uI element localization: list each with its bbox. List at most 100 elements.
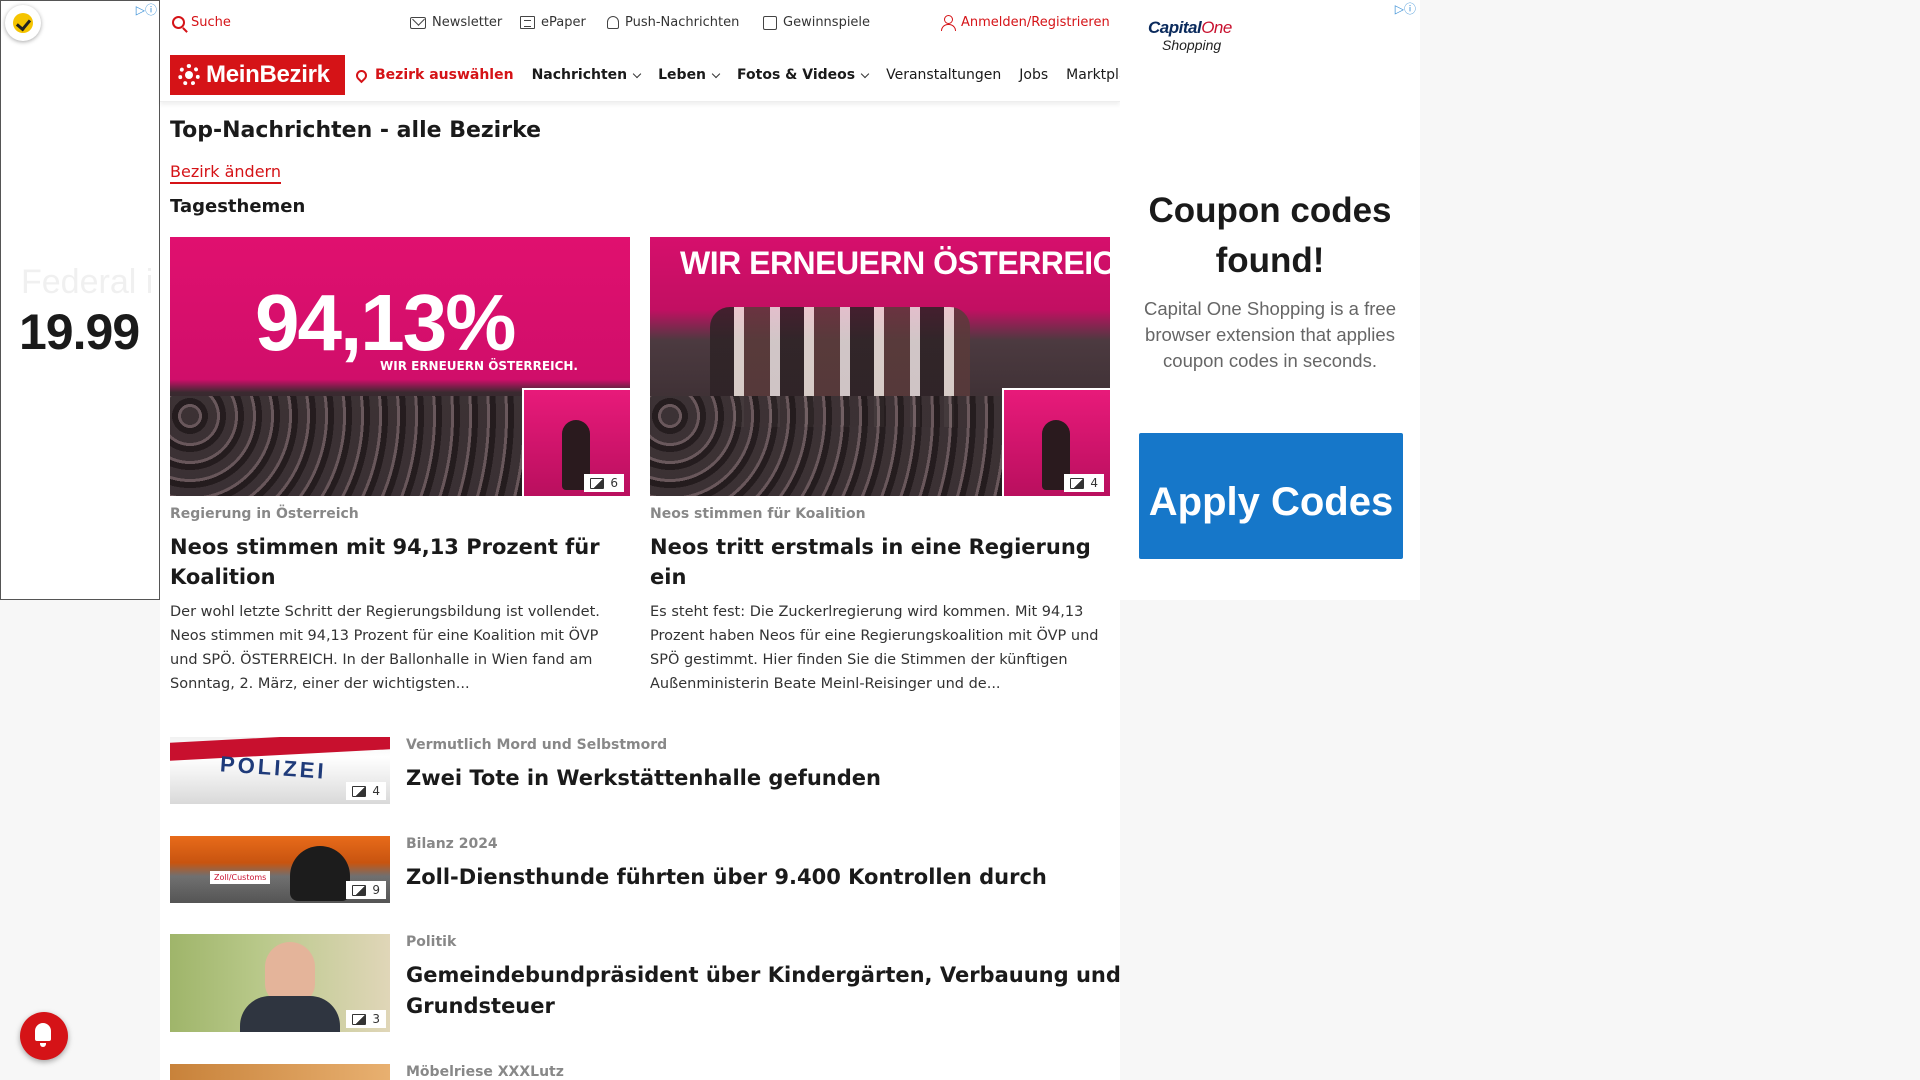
page-title: Top-Nachrichten - alle Bezirke	[170, 118, 542, 143]
thumbnail-text: Zoll/Customs	[210, 871, 271, 884]
nav-item-fotos-videos[interactable]: Fotos & Videos	[737, 67, 870, 83]
main-nav: MeinBezirk Bezirk auswählen Nachrichten …	[160, 50, 1140, 102]
gallery-icon	[352, 785, 367, 797]
article-teaser: Es steht fest: Die Zuckerlregierung wird…	[650, 604, 1099, 692]
nav-item-nachrichten[interactable]: Nachrichten	[531, 67, 642, 83]
push-label: Push-Nachrichten	[625, 15, 740, 30]
nav-label: Fotos & Videos	[737, 67, 856, 83]
login-link[interactable]: Anmelden/Registrieren	[941, 15, 1110, 31]
list-item[interactable]: POLIZEI 4 Vermutlich Mord und Selbstmord…	[170, 737, 1110, 807]
photo-count-badge: 6	[584, 474, 624, 492]
list-item[interactable]: Möbelriese XXXLutz	[170, 1064, 1110, 1080]
article-kicker: Bilanz 2024	[406, 836, 498, 852]
brand-sub: Shopping	[1162, 37, 1222, 53]
capital-one-logo: CapitalOne Shopping	[1148, 18, 1232, 53]
list-item[interactable]: 3 Politik Gemeindebundpräsident über Kin…	[170, 934, 1121, 1032]
image-caption-banner: WIR ERNEUERN ÖSTERREICH	[680, 245, 1110, 281]
photo-count-badge: 4	[346, 782, 386, 800]
article-kicker: Neos stimmen für Koalition	[650, 506, 866, 522]
nav-item-leben[interactable]: Leben	[658, 67, 721, 83]
brand-name: Capital	[1148, 18, 1202, 37]
article-image[interactable]: 94,13% WIR ERNEUERN ÖSTERREICH. 6	[170, 237, 630, 496]
article-thumbnail[interactable]: 3	[170, 934, 390, 1032]
games-label: Gewinnspiele	[783, 15, 871, 30]
thumbnail-text: POLIZEI	[219, 751, 328, 784]
list-item[interactable]: Zoll/Customs 9 Bilanz 2024 Zoll-Diensthu…	[170, 836, 1110, 906]
photo-count: 3	[372, 1012, 380, 1026]
article-headline[interactable]: Neos tritt erstmals in eine Regierung ei…	[650, 532, 1110, 592]
article-thumbnail[interactable]	[170, 1064, 390, 1080]
right-ad-banner[interactable]: ▷ⓘ CapitalOne Shopping Coupon codes foun…	[1120, 0, 1420, 600]
left-ad-banner[interactable]: ▷ⓘ Federal i 19.99	[0, 0, 160, 600]
newspaper-icon	[520, 16, 535, 29]
login-label: Anmelden/Registrieren	[961, 15, 1110, 30]
nav-label: Leben	[658, 67, 707, 83]
chevron-down-icon	[632, 69, 642, 78]
ad-description: Capital One Shopping is a free browser e…	[1144, 298, 1396, 371]
bezirk-select[interactable]: Bezirk auswählen	[353, 67, 514, 83]
article-kicker: Möbelriese XXXLutz	[406, 1064, 564, 1080]
nav-item-jobs[interactable]: Jobs	[1019, 67, 1048, 83]
photo-count: 6	[610, 476, 618, 490]
article-headline[interactable]: Zoll-Diensthunde führten über 9.400 Kont…	[406, 862, 1126, 893]
photo-count-badge: 4	[1064, 474, 1104, 492]
portrait-image	[265, 942, 315, 1004]
site-logo[interactable]: MeinBezirk	[170, 55, 345, 95]
image-caption-big: 94,13%	[255, 278, 516, 367]
gallery-icon	[352, 884, 367, 896]
article-headline[interactable]: Neos stimmen mit 94,13 Prozent für Koali…	[170, 532, 630, 592]
user-icon	[941, 15, 956, 31]
section-title: Tagesthemen	[170, 196, 306, 217]
logo-text: MeinBezirk	[206, 61, 330, 88]
dog-image	[290, 846, 350, 901]
ad-headline: Coupon codes found!	[1148, 191, 1392, 280]
games-link[interactable]: Gewinnspiele	[763, 15, 870, 30]
top-utility-bar: Suche Newsletter ePaper Push-Nachrichten…	[160, 0, 1120, 46]
chevron-down-icon	[860, 69, 870, 78]
photo-count-badge: 3	[346, 1010, 386, 1028]
nav-label: Nachrichten	[531, 67, 628, 83]
featured-article-card[interactable]: WIR ERNEUERN ÖSTERREICH 4 Neos stimmen f…	[650, 237, 1110, 696]
gift-icon	[763, 15, 777, 30]
mail-icon	[410, 16, 426, 29]
search-label: Suche	[191, 15, 231, 30]
article-thumbnail[interactable]: Zoll/Customs 9	[170, 836, 390, 903]
ad-faded-text: Federal i	[21, 263, 154, 301]
logo-sun-icon	[178, 64, 200, 86]
location-pin-icon	[353, 67, 370, 83]
chevron-down-icon	[711, 69, 721, 78]
ad-choices-icon[interactable]: ▷ⓘ	[136, 1, 157, 18]
nav-item-veranstaltungen[interactable]: Veranstaltungen	[886, 67, 1001, 83]
article-kicker: Vermutlich Mord und Selbstmord	[406, 737, 668, 753]
photo-count-badge: 9	[346, 881, 386, 899]
nav-label: Jobs	[1019, 67, 1049, 83]
notification-bell-button[interactable]	[20, 1012, 68, 1060]
bezirk-label: Bezirk auswählen	[375, 67, 514, 83]
featured-article-card[interactable]: 94,13% WIR ERNEUERN ÖSTERREICH. 6 Regier…	[170, 237, 630, 696]
search-icon	[172, 16, 185, 29]
newsletter-link[interactable]: Newsletter	[410, 15, 502, 30]
article-image[interactable]: WIR ERNEUERN ÖSTERREICH 4	[650, 237, 1110, 496]
apply-codes-button[interactable]: Apply Codes	[1139, 433, 1403, 559]
article-headline[interactable]: Gemeindebundpräsident über Kindergärten,…	[406, 960, 1126, 1022]
photo-count: 4	[372, 784, 380, 798]
article-kicker: Politik	[406, 934, 457, 950]
brand-script: One	[1201, 18, 1232, 37]
change-bezirk-link[interactable]: Bezirk ändern	[170, 162, 281, 184]
epaper-label: ePaper	[541, 15, 586, 30]
ad-choices-icon[interactable]: ▷ⓘ	[1395, 0, 1416, 17]
article-kicker: Regierung in Österreich	[170, 506, 359, 522]
checkmark-badge-icon	[5, 5, 41, 41]
newsletter-label: Newsletter	[432, 15, 503, 30]
push-link[interactable]: Push-Nachrichten	[607, 15, 739, 30]
gallery-icon	[352, 1013, 367, 1025]
article-headline[interactable]: Zwei Tote in Werkstättenhalle gefunden	[406, 763, 1126, 794]
gallery-icon	[1070, 477, 1085, 489]
article-thumbnail[interactable]: POLIZEI 4	[170, 737, 390, 804]
nav-label: Veranstaltungen	[886, 67, 1002, 83]
ad-price: 19.99	[19, 304, 140, 360]
photo-count: 9	[372, 883, 380, 897]
portrait-suit	[240, 996, 340, 1032]
epaper-link[interactable]: ePaper	[520, 15, 586, 30]
search-link[interactable]: Suche	[172, 15, 231, 30]
